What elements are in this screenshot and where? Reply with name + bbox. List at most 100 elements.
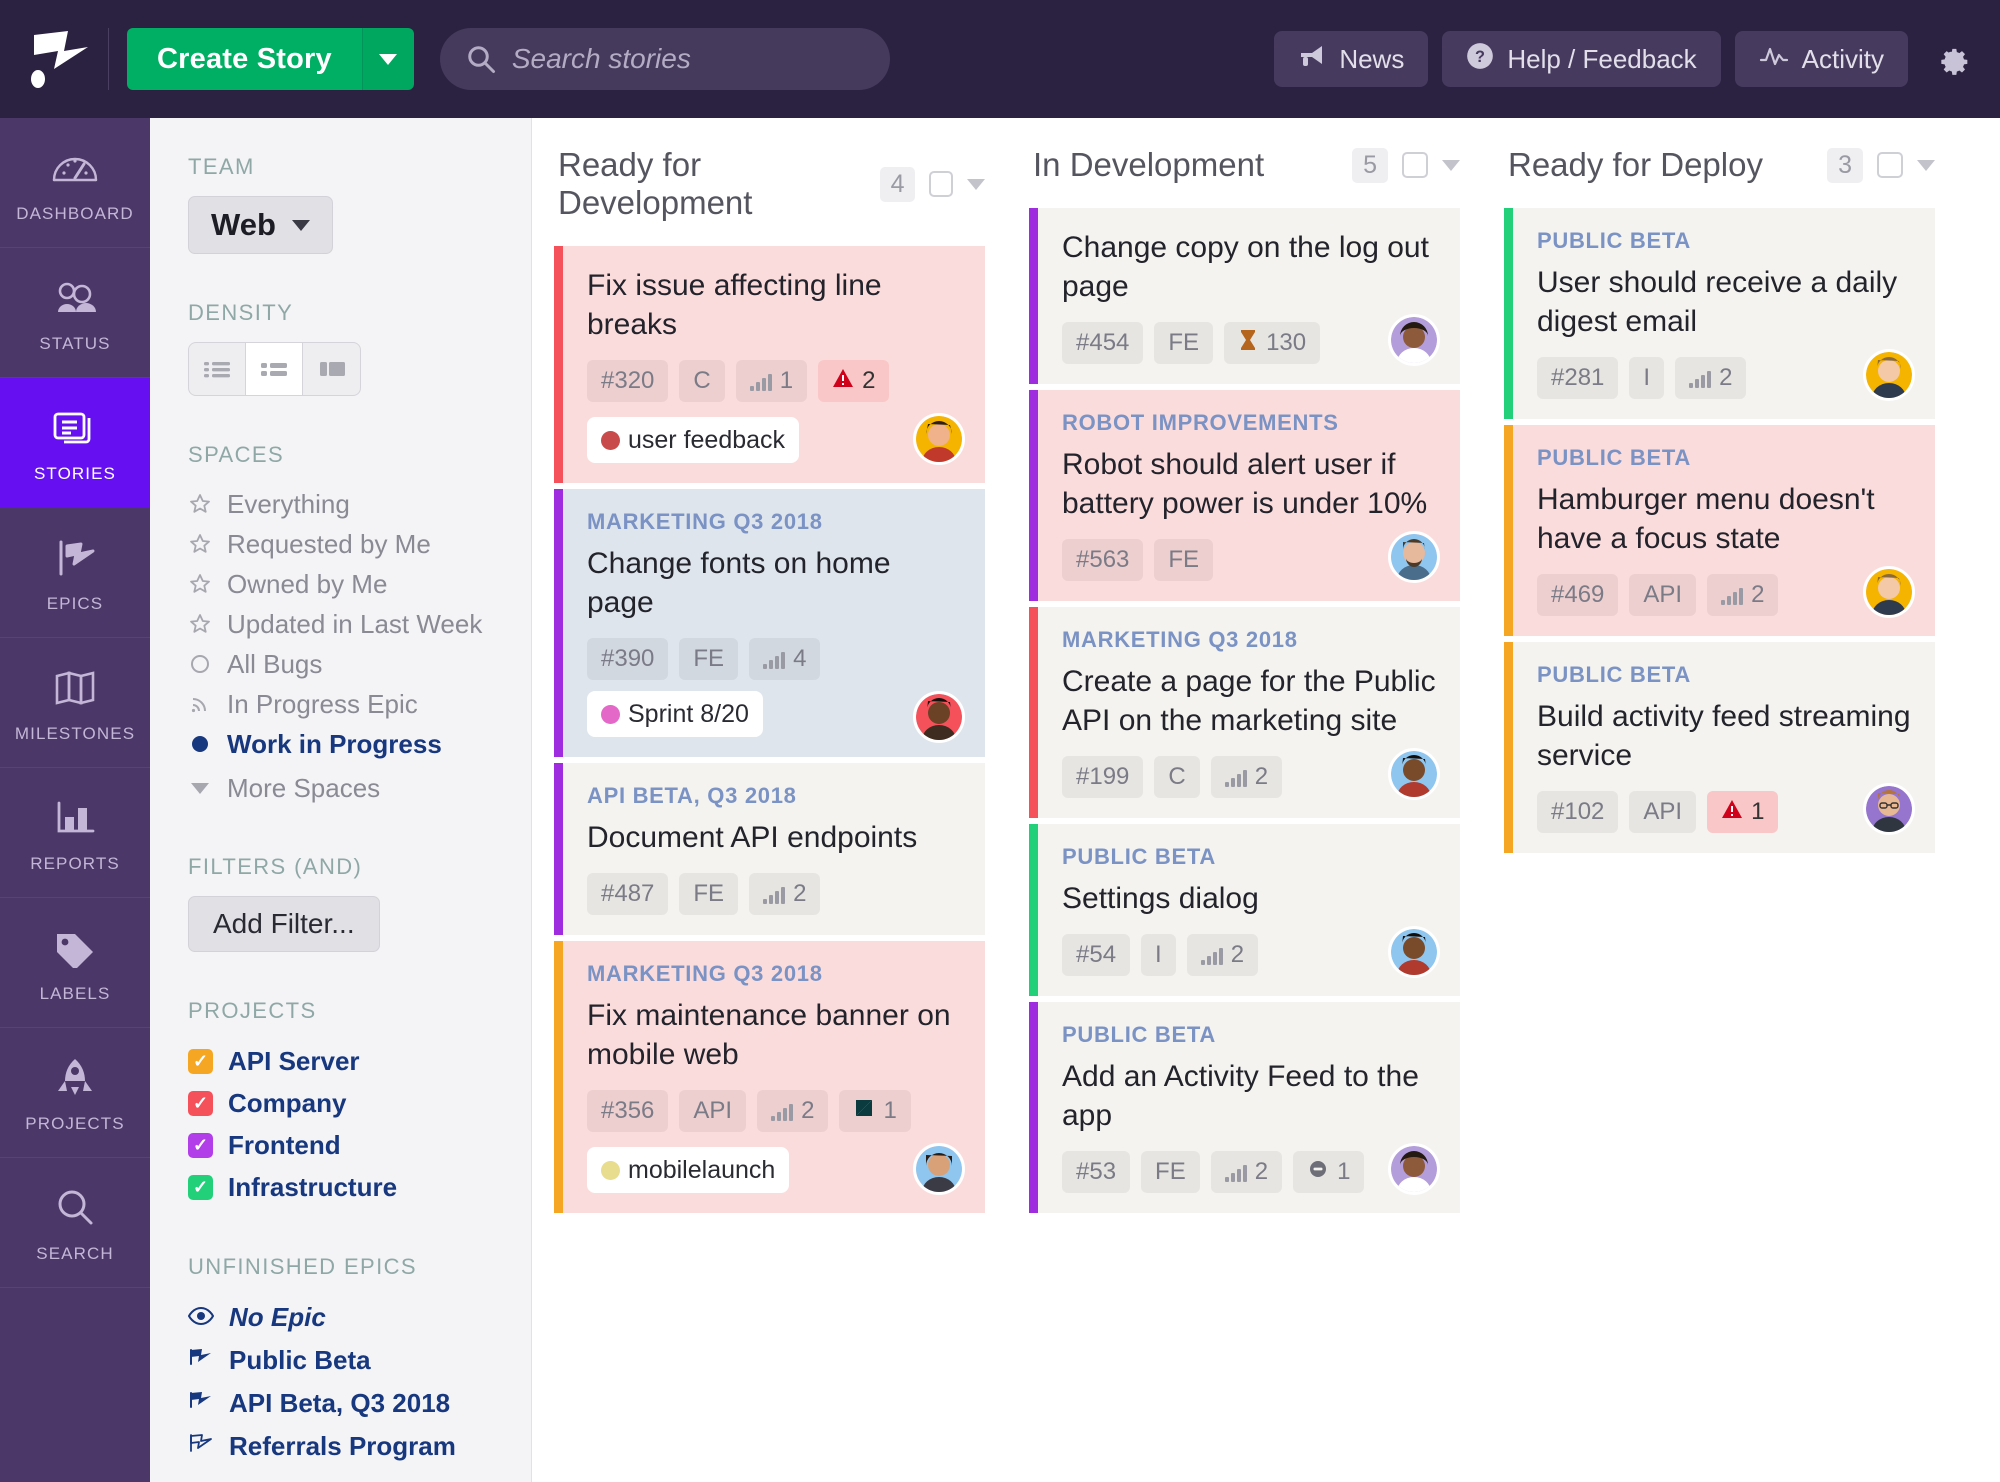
story-project-chip[interactable]: C	[679, 360, 724, 402]
sidebar-item-dashboard[interactable]: DASHBOARD	[0, 118, 150, 248]
avatar[interactable]	[913, 1143, 965, 1195]
create-story-button[interactable]: Create Story	[127, 28, 362, 90]
search-stories-box[interactable]	[440, 28, 890, 90]
story-id-chip[interactable]: #199	[1062, 756, 1143, 798]
story-id-chip[interactable]: #356	[587, 1090, 668, 1132]
story-project-chip[interactable]: API	[1629, 574, 1696, 616]
checkbox-checked-icon[interactable]: ✓	[188, 1175, 213, 1200]
story-project-chip[interactable]: FE	[1141, 1151, 1200, 1193]
sidebar-item-reports[interactable]: REPORTS	[0, 768, 150, 898]
story-id-chip[interactable]: #102	[1537, 791, 1618, 833]
story-card[interactable]: PUBLIC BETA Hamburger menu doesn't have …	[1504, 425, 1935, 636]
story-project-chip[interactable]: FE	[679, 638, 738, 680]
more-spaces-toggle[interactable]: More Spaces	[188, 768, 531, 808]
sidebar-item-projects[interactable]: PROJECTS	[0, 1028, 150, 1158]
chevron-down-icon[interactable]	[1442, 160, 1460, 171]
story-id-chip[interactable]: #54	[1062, 934, 1130, 976]
space-item-all-bugs[interactable]: All Bugs	[188, 644, 531, 684]
sidebar-item-status[interactable]: STATUS	[0, 248, 150, 378]
story-estimate-chip[interactable]: 2	[1187, 934, 1258, 976]
space-item-owned-by-me[interactable]: Owned by Me	[188, 564, 531, 604]
project-item-frontend[interactable]: ✓ Frontend	[188, 1124, 531, 1166]
add-filter-button[interactable]: Add Filter...	[188, 896, 380, 952]
chevron-down-icon[interactable]	[1917, 160, 1935, 171]
project-item-api-server[interactable]: ✓ API Server	[188, 1040, 531, 1082]
avatar[interactable]	[913, 691, 965, 743]
story-estimate-chip[interactable]: 1	[736, 360, 807, 402]
story-project-chip[interactable]: API	[679, 1090, 746, 1132]
story-blocked-chip[interactable]: 1	[1293, 1151, 1364, 1193]
avatar[interactable]	[1863, 349, 1915, 401]
story-estimate-chip[interactable]: 2	[1211, 756, 1282, 798]
create-story-dropdown-button[interactable]	[362, 28, 414, 90]
avatar[interactable]	[1388, 314, 1440, 366]
chevron-down-icon[interactable]	[967, 179, 985, 190]
story-blocker-chip[interactable]: 2	[818, 360, 889, 402]
avatar[interactable]	[1863, 566, 1915, 618]
checkbox-checked-icon[interactable]: ✓	[188, 1133, 213, 1158]
news-button[interactable]: News	[1274, 31, 1428, 87]
story-card[interactable]: PUBLIC BETA User should receive a daily …	[1504, 208, 1935, 419]
space-item-updated-in-last-week[interactable]: Updated in Last Week	[188, 604, 531, 644]
avatar[interactable]	[1388, 926, 1440, 978]
sidebar-item-milestones[interactable]: MILESTONES	[0, 638, 150, 768]
sidebar-item-search[interactable]: SEARCH	[0, 1158, 150, 1288]
checkbox-empty-icon[interactable]	[1877, 152, 1903, 178]
story-card[interactable]: PUBLIC BETA Settings dialog #54 I 2	[1029, 824, 1460, 996]
story-estimate-chip[interactable]: 2	[1211, 1151, 1282, 1193]
story-card[interactable]: Fix issue affecting line breaks #320 C 1…	[554, 246, 985, 483]
clubhouse-flag-logo[interactable]	[22, 24, 100, 94]
story-card[interactable]: Change copy on the log out page #454 FE …	[1029, 208, 1460, 384]
epic-item-referrals-program[interactable]: Referrals Program	[188, 1425, 531, 1468]
story-card[interactable]: PUBLIC BETA Add an Activity Feed to the …	[1029, 1002, 1460, 1213]
story-cycle-time-chip[interactable]: 130	[1224, 322, 1320, 364]
avatar[interactable]	[1388, 1143, 1440, 1195]
story-estimate-chip[interactable]: 2	[1675, 357, 1746, 399]
story-id-chip[interactable]: #281	[1537, 357, 1618, 399]
story-estimate-chip[interactable]: 2	[1707, 574, 1778, 616]
story-project-chip[interactable]: FE	[1154, 539, 1213, 581]
story-project-chip[interactable]: I	[1629, 357, 1664, 399]
epic-item-public-beta[interactable]: Public Beta	[188, 1339, 531, 1382]
checkbox-checked-icon[interactable]: ✓	[188, 1091, 213, 1116]
story-project-chip[interactable]: I	[1141, 934, 1176, 976]
space-item-work-in-progress[interactable]: Work in Progress	[188, 724, 531, 764]
story-card[interactable]: MARKETING Q3 2018 Change fonts on home p…	[554, 489, 985, 757]
project-item-infrastructure[interactable]: ✓ Infrastructure	[188, 1166, 531, 1208]
story-card[interactable]: API BETA, Q3 2018 Document API endpoints…	[554, 763, 985, 935]
activity-button[interactable]: Activity	[1735, 31, 1908, 87]
avatar[interactable]	[1863, 783, 1915, 835]
story-project-chip[interactable]: FE	[1154, 322, 1213, 364]
avatar[interactable]	[913, 413, 965, 465]
story-id-chip[interactable]: #53	[1062, 1151, 1130, 1193]
story-project-chip[interactable]: C	[1154, 756, 1199, 798]
story-id-chip[interactable]: #390	[587, 638, 668, 680]
space-item-everything[interactable]: Everything	[188, 484, 531, 524]
story-id-chip[interactable]: #563	[1062, 539, 1143, 581]
story-card[interactable]: ROBOT IMPROVEMENTS Robot should alert us…	[1029, 390, 1460, 601]
story-blocker-chip[interactable]: 1	[1707, 791, 1778, 833]
checkbox-empty-icon[interactable]	[1402, 152, 1428, 178]
story-id-chip[interactable]: #320	[587, 360, 668, 402]
checkbox-empty-icon[interactable]	[929, 171, 953, 197]
story-id-chip[interactable]: #469	[1537, 574, 1618, 616]
settings-button[interactable]	[1932, 38, 1972, 81]
epic-item-api-beta-q3-2018[interactable]: API Beta, Q3 2018	[188, 1382, 531, 1425]
story-id-chip[interactable]: #454	[1062, 322, 1143, 364]
help-feedback-button[interactable]: ? Help / Feedback	[1442, 31, 1720, 87]
story-project-chip[interactable]: API	[1629, 791, 1696, 833]
story-label-chip[interactable]: user feedback	[587, 417, 799, 463]
search-input[interactable]	[512, 43, 864, 75]
sidebar-item-stories[interactable]: STORIES	[0, 378, 150, 508]
density-option-large[interactable]	[303, 343, 360, 395]
sidebar-item-labels[interactable]: LABELS	[0, 898, 150, 1028]
density-option-medium[interactable]	[246, 343, 303, 395]
project-item-company[interactable]: ✓ Company	[188, 1082, 531, 1124]
density-option-compact[interactable]	[189, 343, 246, 395]
story-project-chip[interactable]: FE	[679, 873, 738, 915]
story-card[interactable]: MARKETING Q3 2018 Fix maintenance banner…	[554, 941, 985, 1213]
story-estimate-chip[interactable]: 2	[757, 1090, 828, 1132]
story-zendesk-chip[interactable]: 1	[839, 1090, 910, 1132]
story-estimate-chip[interactable]: 2	[749, 873, 820, 915]
sidebar-item-epics[interactable]: EPICS	[0, 508, 150, 638]
